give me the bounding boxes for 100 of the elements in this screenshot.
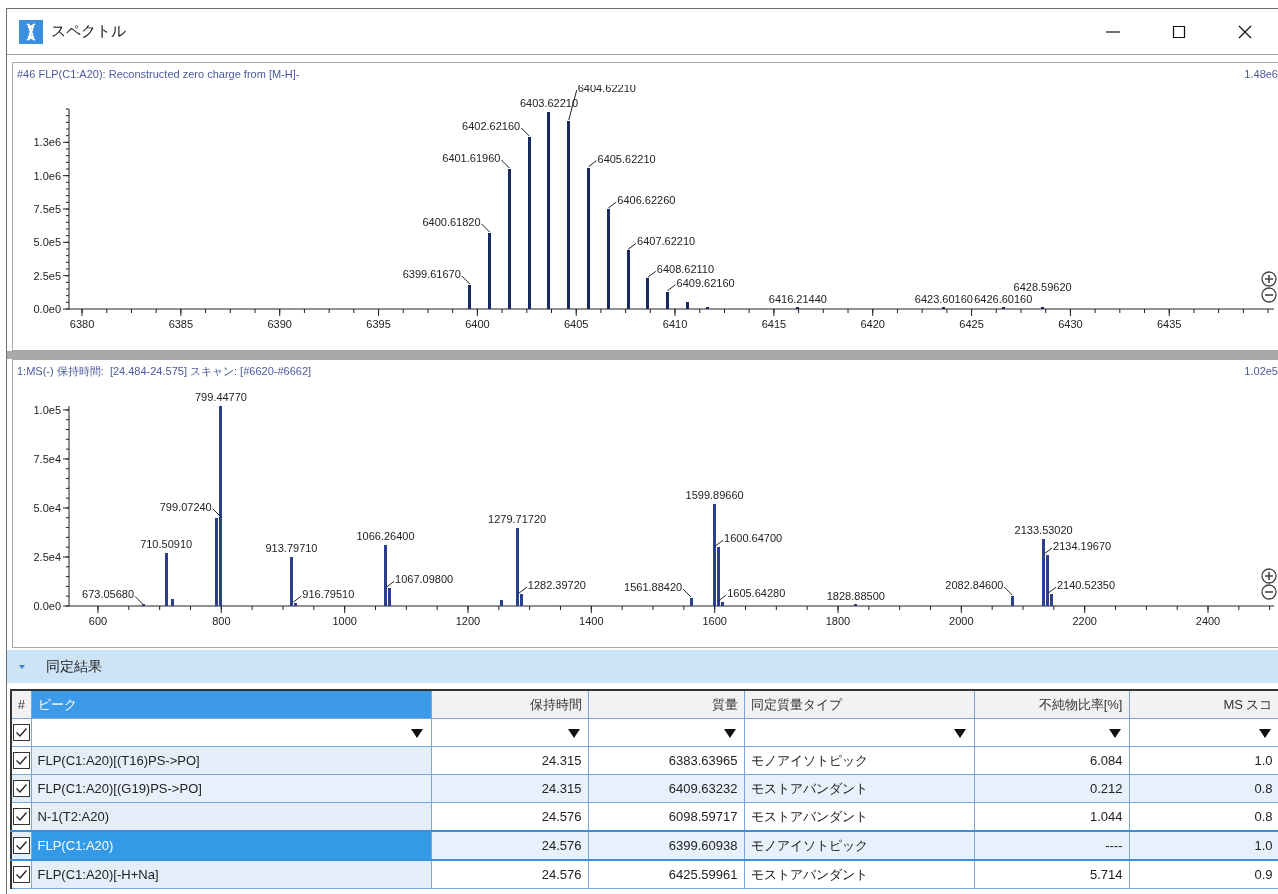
zoom-in-icon[interactable] bbox=[1261, 271, 1277, 287]
table-cell[interactable]: FLP(C1:A20)[-H+Na] bbox=[31, 860, 431, 889]
spectrum-peak bbox=[165, 553, 168, 606]
axis-tick-label: 6420 bbox=[860, 318, 885, 330]
table-cell: 6.084 bbox=[974, 746, 1129, 775]
axis-tick-label: 1800 bbox=[825, 615, 851, 627]
axis-tick-label: 2.5e4 bbox=[33, 551, 61, 563]
column-header[interactable]: 不純物比率[%] bbox=[974, 690, 1129, 719]
row-checkbox[interactable] bbox=[12, 837, 30, 855]
zoom-in-icon[interactable] bbox=[1261, 568, 1277, 584]
leader-line bbox=[461, 275, 471, 285]
peak-label: 913.79710 bbox=[265, 542, 318, 554]
leader-line bbox=[1043, 547, 1053, 555]
zoom-out-icon[interactable] bbox=[1261, 287, 1277, 303]
caret-icon bbox=[567, 729, 580, 739]
peak-label: 6428.59620 bbox=[1013, 281, 1072, 294]
column-header[interactable]: 保持時間 bbox=[431, 690, 588, 719]
axis-tick-label: 1200 bbox=[455, 615, 481, 627]
axis-tick-label: 0.0e0 bbox=[33, 600, 61, 612]
axis-tick-label: 7.5e4 bbox=[33, 452, 61, 465]
table-cell: 1.0 bbox=[1129, 831, 1278, 860]
table-cell: 6409.63232 bbox=[588, 774, 744, 803]
window-title: スペクトル bbox=[51, 22, 126, 41]
spectrum-peak bbox=[627, 250, 630, 309]
caret-icon bbox=[1108, 729, 1121, 739]
peak-label: 1282.39720 bbox=[527, 579, 586, 592]
select-all-checkbox[interactable] bbox=[12, 724, 30, 742]
filter-field[interactable] bbox=[1129, 718, 1278, 747]
zoom-out-icon[interactable] bbox=[1261, 584, 1277, 600]
axis-tick-label: 6435 bbox=[1157, 318, 1182, 330]
max-intensity-label: 1.48e6 bbox=[1244, 68, 1278, 80]
table-cell: 24.576 bbox=[431, 831, 588, 860]
peak-label: 1279.71720 bbox=[488, 512, 547, 525]
peak-label: 673.05680 bbox=[82, 588, 135, 601]
table-cell[interactable]: FLP(C1:A20)[(T16)PS->PO] bbox=[31, 746, 431, 775]
axis-tick-label: 6415 bbox=[761, 318, 787, 330]
peak-label: 2082.84600 bbox=[945, 579, 1004, 592]
minimize-icon bbox=[1106, 30, 1120, 33]
caret-icon bbox=[953, 729, 966, 739]
table-cell: 24.576 bbox=[431, 860, 588, 889]
filter-field[interactable] bbox=[744, 718, 974, 747]
peak-label: 799.44770 bbox=[195, 391, 247, 403]
peak-label: 710.50910 bbox=[140, 538, 193, 551]
row-checkbox[interactable] bbox=[12, 780, 30, 798]
axis-tick-label: 1400 bbox=[579, 615, 604, 627]
axis-tick-label: 5.0e5 bbox=[33, 236, 61, 249]
column-header[interactable]: # bbox=[11, 690, 31, 719]
peak-label: 6402.62160 bbox=[462, 120, 521, 132]
peak-label: 6399.61670 bbox=[402, 268, 461, 280]
row-checkbox[interactable] bbox=[12, 866, 30, 884]
spectrum-peak bbox=[666, 292, 669, 309]
peak-label: 6426.60160 bbox=[974, 293, 1033, 306]
filter-field[interactable] bbox=[31, 718, 431, 747]
leader-line bbox=[667, 284, 677, 292]
caret-icon bbox=[1258, 729, 1271, 739]
leader-line bbox=[1003, 586, 1013, 596]
axis-tick-label: 6410 bbox=[662, 318, 688, 330]
row-checkbox[interactable] bbox=[12, 808, 30, 826]
leader-line bbox=[714, 539, 724, 547]
leader-line bbox=[1047, 586, 1057, 594]
close-icon bbox=[1238, 24, 1252, 39]
axis-tick-label: 800 bbox=[212, 615, 231, 627]
column-header[interactable]: MS スコ bbox=[1129, 690, 1278, 719]
table-cell[interactable]: FLP(C1:A20)[(G19)PS->PO] bbox=[31, 774, 431, 803]
filter-field[interactable] bbox=[974, 718, 1129, 747]
peak-label: 6406.62260 bbox=[617, 194, 676, 206]
axis-tick-label: 2200 bbox=[1072, 615, 1097, 627]
peak-label: 6400.61820 bbox=[422, 216, 481, 228]
leader-line bbox=[520, 127, 530, 137]
column-header[interactable]: 質量 bbox=[588, 690, 744, 719]
filter-field[interactable] bbox=[431, 718, 588, 747]
table-cell: 0.8 bbox=[1129, 774, 1278, 803]
caret-icon bbox=[410, 729, 423, 739]
column-header[interactable]: 同定質量タイプ bbox=[744, 690, 974, 719]
table-cell: 6383.63965 bbox=[588, 746, 744, 775]
table-cell: モノアイソトピック bbox=[744, 746, 974, 775]
peak-label: 6407.62210 bbox=[637, 235, 696, 248]
spectrum-peak bbox=[690, 598, 693, 606]
peak-label: 1561.88420 bbox=[624, 581, 683, 594]
peak-label: 1828.88500 bbox=[826, 590, 885, 603]
filter-field[interactable] bbox=[588, 718, 744, 747]
leader-line bbox=[647, 270, 657, 278]
axis-tick-label: 7.5e5 bbox=[33, 203, 61, 215]
leader-line bbox=[134, 595, 144, 605]
table-cell: ---- bbox=[974, 831, 1129, 860]
leader-line bbox=[385, 580, 395, 588]
row-checkbox[interactable] bbox=[12, 752, 30, 770]
peak-label: 2140.52350 bbox=[1057, 579, 1116, 592]
spectrum-peak bbox=[1011, 596, 1014, 606]
section-header[interactable]: 同定結果 bbox=[7, 650, 1278, 683]
axis-tick-label: 6380 bbox=[69, 318, 95, 330]
chart-title: 1:MS(-) 保持時間: [24.484-24.575] スキャン: [#6620-#6662] bbox=[16, 363, 312, 379]
collapse-caret-icon[interactable] bbox=[18, 662, 26, 671]
spectrum-peak bbox=[686, 302, 689, 309]
leader-line bbox=[682, 588, 692, 598]
peak-label: 6423.60160 bbox=[914, 293, 973, 306]
leader-line bbox=[588, 160, 597, 168]
axis-tick-label: 2000 bbox=[949, 615, 974, 627]
peak-label: 6409.62160 bbox=[676, 276, 735, 289]
chart-title: #46 FLP(C1:A20): Reconstructed zero charge from [M-H]- bbox=[16, 68, 300, 80]
